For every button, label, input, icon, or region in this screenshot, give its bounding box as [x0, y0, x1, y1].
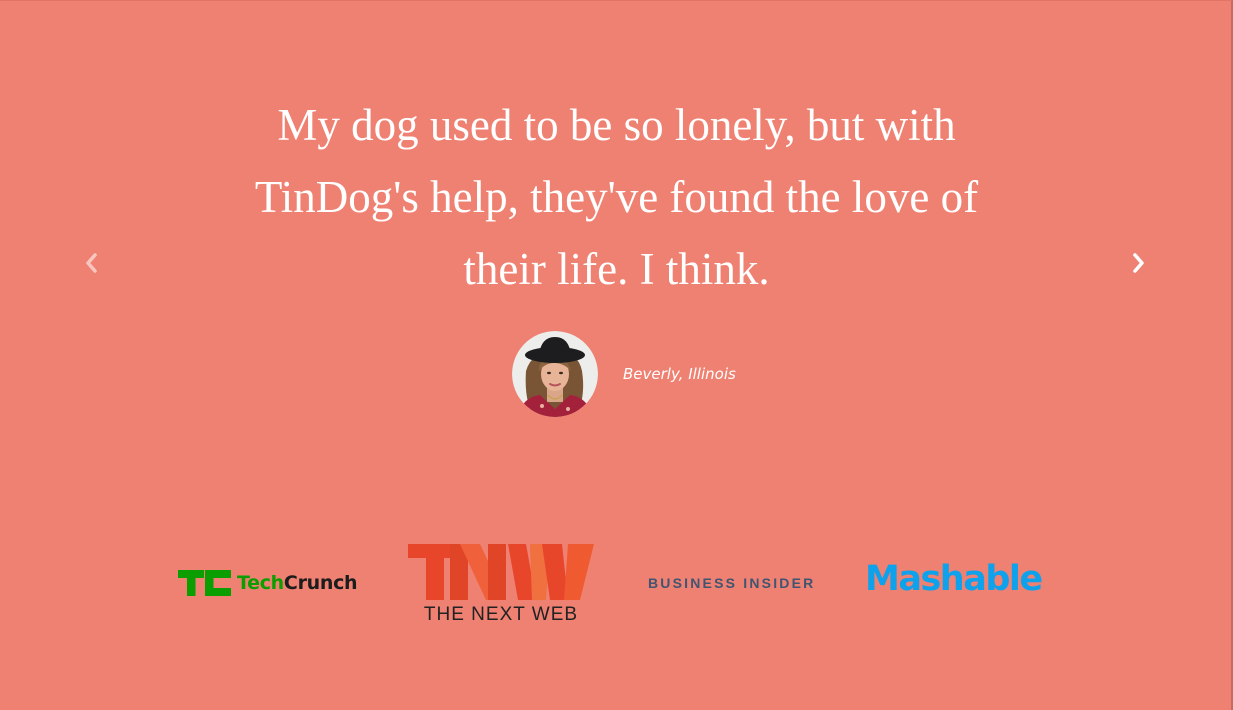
techcrunch-mark-icon — [178, 570, 231, 596]
business-insider-logo: BUSINESS INSIDER — [648, 575, 816, 591]
carousel-next-button[interactable] — [1119, 245, 1159, 281]
tnw-mark-icon — [408, 544, 594, 600]
chevron-left-icon — [86, 253, 97, 273]
techcrunch-word-tech: Tech — [237, 571, 284, 594]
tnw-tagline: THE NEXT WEB — [423, 604, 579, 625]
testimonial-author: Beverly, Illinois — [512, 331, 736, 417]
avatar — [512, 331, 598, 417]
tnw-logo: THE NEXT WEB — [408, 544, 594, 626]
mashable-logo: Mashable — [865, 559, 1043, 599]
techcrunch-logo: TechCrunch — [178, 570, 358, 596]
author-name: Beverly, Illinois — [623, 365, 736, 383]
techcrunch-wordmark: TechCrunch — [237, 571, 358, 594]
chevron-right-icon — [1133, 253, 1144, 273]
techcrunch-word-crunch: Crunch — [283, 571, 358, 594]
testimonials-section: My dog used to be so lonely, but with Ti… — [0, 0, 1233, 710]
testimonial-quote: My dog used to be so lonely, but with Ti… — [254, 100, 979, 294]
carousel-prev-button[interactable] — [71, 245, 111, 281]
